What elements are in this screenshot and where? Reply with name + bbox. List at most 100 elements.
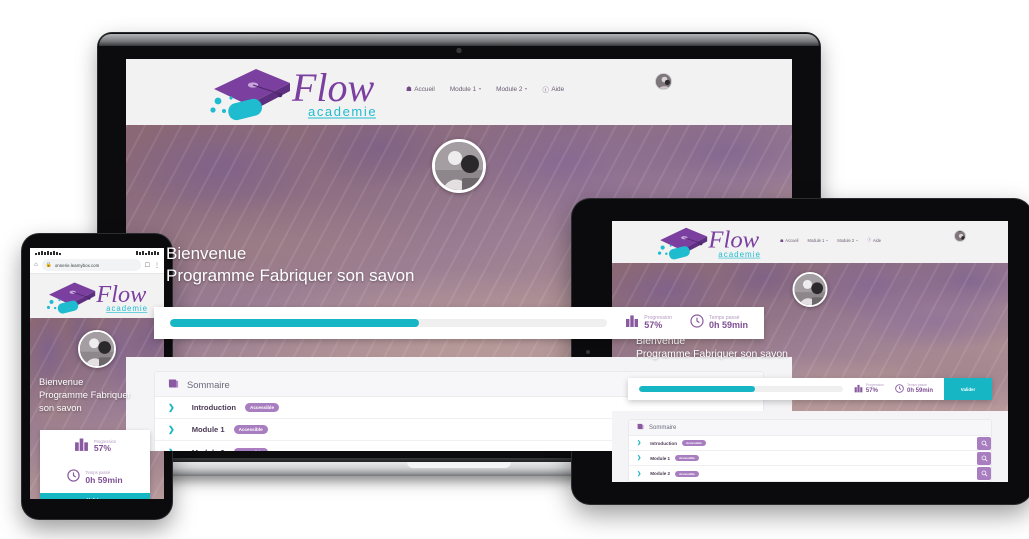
- home-icon: ☗: [406, 86, 412, 93]
- status-badge: Accessible: [675, 470, 699, 477]
- avatar[interactable]: [954, 230, 966, 242]
- time-stat: Temps passé 0h 59min: [690, 313, 748, 333]
- nav-item-label: Module 1: [449, 85, 477, 93]
- time-stat: Temps passé 0h 59min: [895, 380, 933, 398]
- table-row[interactable]: ❯ Module 1 Accessible: [629, 451, 991, 466]
- valider-label: Valider: [960, 386, 976, 392]
- time-values: Temps passé 0h 59min: [85, 470, 123, 485]
- search-input[interactable]: 🔒 onnerie.learnybox.com: [41, 259, 141, 271]
- progress-card: Progression 57%: [154, 307, 764, 339]
- hero-avatar[interactable]: [432, 139, 486, 193]
- phone-browser-bar: ⌂ 🔒 onnerie.learnybox.com ☐ ⋮: [30, 257, 164, 274]
- status-badge: Accessible: [682, 440, 706, 446]
- laptop-topbar: Flow academie ☗ Accueil Module 1 Module …: [126, 59, 792, 125]
- nav-item-label: Module 2: [837, 237, 855, 243]
- nav-item-module-2[interactable]: Module 2: [837, 237, 859, 243]
- sommaire-row-label: Module 2: [650, 471, 671, 476]
- book-icon: [168, 378, 179, 391]
- clock-icon: [895, 380, 904, 398]
- valider-label: Valider: [87, 498, 103, 499]
- progression-value: 57%: [865, 387, 878, 394]
- nav-item-label: Accueil: [414, 85, 435, 93]
- nav-item-label: Accueil: [785, 237, 799, 243]
- home-icon: ☗: [780, 237, 784, 243]
- magnifier-icon[interactable]: [977, 451, 991, 465]
- tablet-nav: ☗ Accueil Module 1 Module 2 ⓘ Aide: [780, 237, 881, 243]
- progression-stat: Progression 57%: [854, 380, 884, 398]
- nav-item-accueil[interactable]: ☗ Accueil: [780, 238, 798, 243]
- chevron-right-icon: ❯: [637, 470, 642, 477]
- time-value: 0h 59min: [906, 387, 933, 394]
- hero-title: Bienvenue Programme Fabriquer son savon: [166, 243, 415, 287]
- chevron-right-icon: ❯: [168, 425, 175, 434]
- progression-values: Progression 57%: [93, 439, 116, 454]
- nav-item-module-2[interactable]: Module 2: [496, 85, 528, 93]
- chart-bars-icon: [625, 314, 639, 333]
- chart-bars-icon: [854, 380, 863, 398]
- progress-card: Progression 57%: [40, 430, 150, 499]
- progression-value: 57%: [644, 320, 663, 330]
- table-row[interactable]: ❯ Introduction Accessible: [629, 436, 991, 451]
- url-text: onnerie.learnybox.com: [54, 262, 100, 268]
- hero-title: Bienvenue Programme Fabriquer son savon: [39, 376, 131, 414]
- sommaire-title: Sommaire: [187, 378, 230, 390]
- chevron-down-icon: [525, 88, 528, 90]
- table-row[interactable]: ❯ Module 2 Accessible: [629, 466, 991, 481]
- tablet-camera-icon: [586, 349, 590, 354]
- hero-program-line2: son savon: [39, 401, 82, 413]
- progression-values: Progression 57%: [644, 315, 672, 331]
- tablet-device: Flow academie ☗ Accueil Module 1 Module …: [572, 199, 1029, 504]
- time-values: Temps passé 0h 59min: [709, 315, 748, 331]
- progress-bar-track: [170, 319, 608, 327]
- nav-item-accueil[interactable]: ☗ Accueil: [406, 85, 435, 94]
- svg-text:academie: academie: [106, 304, 148, 313]
- tabs-icon[interactable]: ☐: [145, 262, 150, 269]
- time-values: Temps passé 0h 59min: [906, 383, 933, 394]
- valider-button[interactable]: Valider: [40, 493, 150, 499]
- nav-item-aide[interactable]: ⓘ Aide: [542, 85, 564, 94]
- tablet-page: Flow academie ☗ Accueil Module 1 Module …: [612, 221, 1008, 482]
- hero-avatar[interactable]: [78, 330, 116, 368]
- avatar[interactable]: [655, 73, 672, 90]
- magnifier-icon[interactable]: [977, 436, 991, 450]
- sommaire-card: Sommaire ❯ Introduction Accessible ❯ Mod…: [628, 419, 992, 482]
- help-circle-icon: ⓘ: [542, 86, 549, 94]
- nav-item-label: Module 2: [496, 85, 523, 93]
- home-icon[interactable]: ⌂: [34, 262, 38, 268]
- nav-item-module-1[interactable]: Module 1: [807, 238, 829, 243]
- sommaire-row-label: Introduction: [191, 403, 236, 412]
- hero-welcome: Bienvenue: [39, 376, 84, 387]
- valider-button[interactable]: Valider: [944, 378, 992, 400]
- chevron-right-icon: ❯: [168, 448, 175, 452]
- hero-program: Programme Fabriquer son savon: [636, 349, 788, 361]
- tablet-screen: Flow academie ☗ Accueil Module 1 Module …: [612, 221, 1008, 482]
- status-badge: Accessible: [233, 425, 268, 434]
- hero-avatar[interactable]: [792, 272, 828, 307]
- help-circle-icon: ⓘ: [867, 237, 872, 242]
- clock-icon: [690, 313, 704, 333]
- magnifier-icon[interactable]: [977, 467, 991, 480]
- time-value: 0h 59min: [85, 474, 123, 485]
- progression-value: 57%: [93, 443, 112, 454]
- laptop-camera-icon: [456, 48, 462, 53]
- hero-program-line1: Programme Fabriquer: [39, 388, 131, 400]
- chevron-down-icon: [479, 88, 482, 90]
- more-vertical-icon[interactable]: ⋮: [154, 262, 160, 269]
- brand-logo[interactable]: Flow academie: [204, 61, 384, 123]
- nav-item-module-1[interactable]: Module 1: [449, 85, 482, 93]
- sommaire-row-label: Module 2: [192, 448, 225, 452]
- phone-status-left-icons: [35, 250, 61, 255]
- brand-logo[interactable]: Flow academie: [30, 274, 164, 318]
- tablet-frame: Flow academie ☗ Accueil Module 1 Module …: [572, 199, 1029, 504]
- sommaire-row-label: Introduction: [650, 440, 677, 446]
- sommaire-row-label: Module 1: [650, 455, 671, 461]
- chevron-right-icon: ❯: [637, 440, 642, 446]
- brand-logo[interactable]: Flow academie: [654, 222, 766, 262]
- chevron-right-icon: ❯: [168, 403, 175, 412]
- progress-bar-fill: [170, 319, 420, 327]
- sommaire-row-label: Module 1: [191, 425, 225, 434]
- hero-program: Programme Fabriquer son savon: [166, 265, 415, 285]
- nav-item-aide[interactable]: ⓘ Aide: [867, 237, 881, 243]
- clock-icon: [67, 469, 81, 487]
- progression-values: Progression 57%: [865, 383, 884, 394]
